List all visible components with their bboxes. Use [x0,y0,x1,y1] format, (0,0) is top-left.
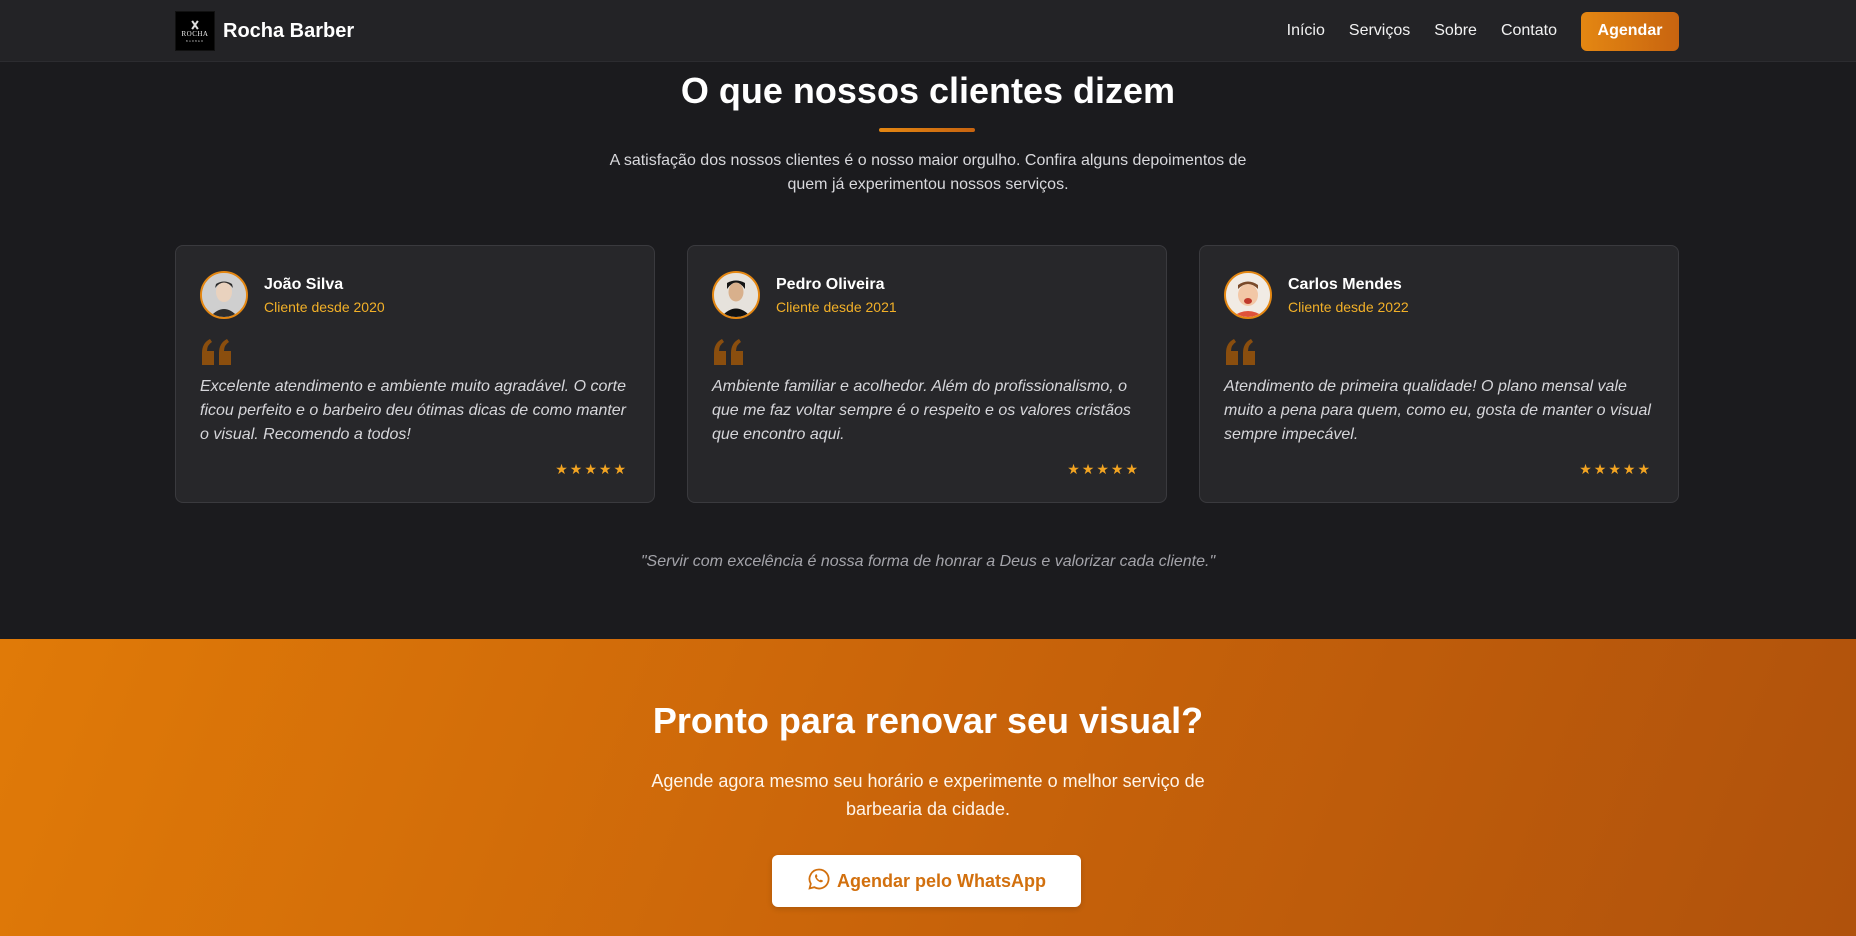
card-header: Carlos Mendes Cliente desde 2022 [1224,271,1654,319]
scissors-icon [189,20,201,30]
reviewer-info: Carlos Mendes Cliente desde 2022 [1288,274,1409,317]
nav-link-contato[interactable]: Contato [1501,22,1557,40]
schedule-button[interactable]: Agendar [1581,11,1679,51]
testimonial-card: João Silva Cliente desde 2020 Excelente … [175,245,655,503]
star-rating: ★★★★★ [1067,461,1140,477]
section-title: O que nossos clientes dizem [680,70,1176,111]
quote-icon [1224,339,1654,365]
cta-section: Pronto para renovar seu visual? Agende a… [0,639,1856,936]
brand-name[interactable]: Rocha Barber [223,20,354,43]
navbar: ROCHA BARBER Rocha Barber Início Serviço… [0,0,1856,62]
whatsapp-icon [807,867,831,896]
star-rating: ★★★★★ [555,461,628,477]
logo-subtext: BARBER [185,38,205,43]
whatsapp-button-label: Agendar pelo WhatsApp [836,870,1046,891]
card-header: João Silva Cliente desde 2020 [200,271,630,319]
brand[interactable]: ROCHA BARBER Rocha Barber [175,11,354,51]
section-subtitle: A satisfação dos nossos clientes é o nos… [609,152,1247,193]
avatar [1224,271,1272,319]
reviewer-info: Pedro Oliveira Cliente desde 2021 [776,274,897,317]
nav-link-servicos[interactable]: Serviços [1349,22,1410,40]
testimonial-cards: João Silva Cliente desde 2020 Excelente … [175,245,1679,503]
motto: "Servir com excelência é nossa forma de … [640,553,1216,570]
nav-links: Início Serviços Sobre Contato Agendar [1287,11,1679,51]
reviewer-since: Cliente desde 2021 [776,298,897,315]
avatar [712,271,760,319]
navbar-inner: ROCHA BARBER Rocha Barber Início Serviço… [175,0,1679,62]
nav-link-sobre[interactable]: Sobre [1434,22,1477,40]
star-rating: ★★★★★ [1579,461,1652,477]
reviewer-since: Cliente desde 2020 [264,298,385,315]
reviewer-name: João Silva [264,275,344,293]
reviewer-name: Carlos Mendes [1288,275,1402,293]
logo[interactable]: ROCHA BARBER [175,11,215,51]
testimonial-card: Pedro Oliveira Cliente desde 2021 Ambien… [687,245,1167,503]
testimonial-text: Atendimento de primeira qualidade! O pla… [1224,378,1651,443]
quote-icon [200,339,630,365]
reviewer-name: Pedro Oliveira [776,275,885,293]
testimonial-text: Ambiente familiar e acolhedor. Além do p… [712,378,1131,443]
avatar [200,271,248,319]
nav-link-inicio[interactable]: Início [1287,22,1325,40]
testimonial-text: Excelente atendimento e ambiente muito a… [200,378,627,443]
card-header: Pedro Oliveira Cliente desde 2021 [712,271,1142,319]
quote-icon [712,339,1142,365]
title-underline [879,128,975,132]
cta-text: Agende agora mesmo seu horário e experim… [651,771,1205,819]
cta-title: Pronto para renovar seu visual? [652,700,1204,741]
whatsapp-button[interactable]: Agendar pelo WhatsApp [772,855,1081,907]
logo-text: ROCHA [181,29,209,38]
testimonial-card: Carlos Mendes Cliente desde 2022 Atendim… [1199,245,1679,503]
reviewer-info: João Silva Cliente desde 2020 [264,274,385,317]
reviewer-since: Cliente desde 2022 [1288,298,1409,315]
